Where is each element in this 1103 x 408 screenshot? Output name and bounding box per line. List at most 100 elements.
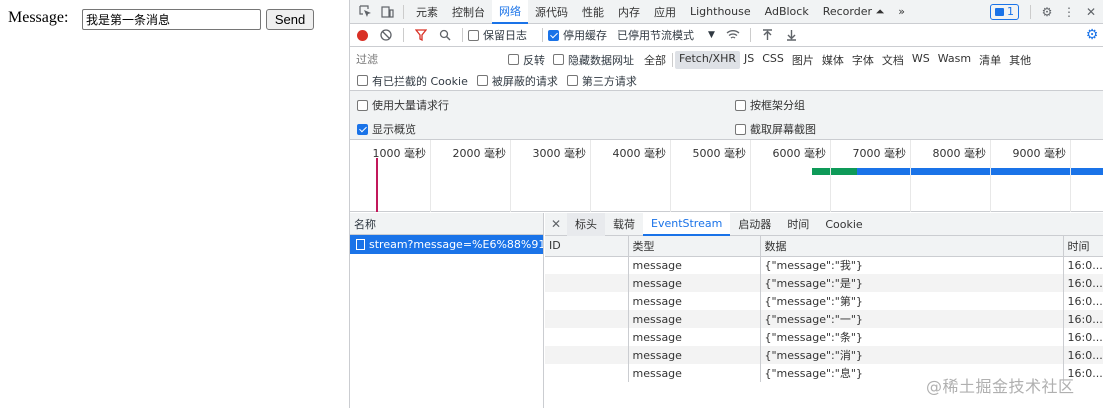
devtools-tab[interactable]: 源代码 bbox=[528, 0, 575, 24]
message-input[interactable] bbox=[82, 9, 261, 30]
search-icon[interactable] bbox=[433, 24, 457, 46]
settings-gear-icon[interactable]: ⚙ bbox=[1036, 1, 1058, 23]
close-detail-icon[interactable]: ✕ bbox=[545, 217, 567, 231]
preserve-log-box[interactable] bbox=[468, 29, 479, 41]
group-by-frame-box[interactable] bbox=[735, 99, 746, 111]
devtools-tab[interactable]: Recorder ⏶ bbox=[816, 0, 892, 24]
eventstream-cell-time: 16:0... bbox=[1063, 310, 1103, 328]
blocked-cookies-box[interactable] bbox=[357, 75, 368, 86]
devtools-tab[interactable]: 元素 bbox=[409, 0, 445, 24]
hide-data-urls-checkbox[interactable]: 隐藏数据网址 bbox=[553, 52, 634, 68]
hide-data-urls-box[interactable] bbox=[553, 54, 564, 65]
close-devtools-icon[interactable]: ✕ bbox=[1080, 1, 1102, 23]
eventstream-column-header[interactable]: ID bbox=[545, 236, 629, 257]
eventstream-row[interactable]: message {"message":"第"} 16:0... bbox=[545, 292, 1103, 310]
type-filter-button[interactable]: 其他 bbox=[1005, 51, 1035, 69]
eventstream-cell-type: message bbox=[628, 256, 761, 274]
messages-badge[interactable]: 1 bbox=[990, 3, 1019, 20]
export-har-icon[interactable] bbox=[780, 24, 804, 46]
capture-screenshots-box[interactable] bbox=[735, 123, 746, 135]
devtools-tab[interactable]: » bbox=[891, 0, 912, 24]
eventstream-cell-time: 16:0... bbox=[1063, 328, 1103, 346]
dom-content-loaded-marker bbox=[376, 158, 378, 212]
detail-tab[interactable]: 标头 bbox=[567, 212, 605, 236]
devtools-tab[interactable]: 网络 bbox=[492, 0, 528, 24]
eventstream-cell-data: {"message":"消"} bbox=[760, 346, 1064, 364]
filter-input[interactable] bbox=[350, 49, 495, 70]
eventstream-cell-id bbox=[545, 346, 629, 364]
devtools-tab[interactable]: Lighthouse bbox=[683, 0, 758, 24]
type-filter-button[interactable]: 文档 bbox=[878, 51, 908, 69]
blocked-requests-checkbox[interactable]: 被屏蔽的请求 bbox=[476, 73, 558, 89]
large-rows-checkbox[interactable]: 使用大量请求行 bbox=[357, 97, 449, 113]
devtools-tab[interactable]: AdBlock bbox=[758, 0, 816, 24]
detail-tab[interactable]: 时间 bbox=[779, 213, 817, 236]
devtools-tab[interactable]: 内存 bbox=[611, 0, 647, 24]
large-rows-box[interactable] bbox=[357, 99, 368, 111]
send-button[interactable]: Send bbox=[266, 9, 314, 30]
devtools-tab[interactable]: 应用 bbox=[647, 0, 683, 24]
filter-funnel-icon[interactable] bbox=[409, 24, 433, 46]
eventstream-cell-time: 16:0... bbox=[1063, 256, 1103, 274]
request-row-stream[interactable]: stream?message=%E6%88%91%... bbox=[350, 235, 543, 254]
invert-box[interactable] bbox=[508, 54, 519, 65]
tabbar-separator bbox=[1030, 4, 1031, 19]
eventstream-row[interactable]: message {"message":"我"} 16:0... bbox=[545, 256, 1103, 274]
eventstream-row[interactable]: message {"message":"条"} 16:0... bbox=[545, 328, 1103, 346]
throttling-select[interactable]: 已停用节流模式 ▼ bbox=[617, 27, 715, 43]
devtools-tab[interactable]: 性能 bbox=[575, 0, 611, 24]
type-filter-button[interactable]: Wasm bbox=[934, 51, 975, 69]
detail-tab[interactable]: EventStream bbox=[643, 212, 731, 236]
disable-cache-checkbox[interactable]: 停用缓存 bbox=[548, 27, 607, 43]
eventstream-row[interactable]: message {"message":"消"} 16:0... bbox=[545, 346, 1103, 364]
filter-bar-secondary: 有已拦截的 Cookie 被屏蔽的请求 第三方请求 bbox=[350, 71, 1103, 91]
eventstream-row[interactable]: message {"message":"一"} 16:0... bbox=[545, 310, 1103, 328]
invert-checkbox[interactable]: 反转 bbox=[508, 52, 545, 68]
third-party-checkbox[interactable]: 第三方请求 bbox=[566, 73, 637, 89]
eventstream-column-header[interactable]: 类型 bbox=[628, 236, 761, 257]
type-filter-button[interactable]: 清单 bbox=[975, 51, 1005, 69]
timeline-tick-label: 5000 毫秒 bbox=[692, 147, 747, 160]
timeline-gridline bbox=[510, 140, 511, 212]
disable-cache-box[interactable] bbox=[548, 29, 559, 41]
record-icon[interactable] bbox=[350, 24, 374, 46]
more-options-icon[interactable]: ⋮ bbox=[1058, 1, 1080, 23]
name-column-header[interactable]: 名称 bbox=[350, 213, 543, 235]
third-party-box[interactable] bbox=[566, 75, 578, 86]
network-overview-timeline[interactable]: 1000 毫秒 2000 毫秒 3000 毫秒 4000 毫秒 5000 毫秒 6000 … bbox=[350, 140, 1103, 212]
timeline-tick-label: 4000 毫秒 bbox=[612, 147, 667, 160]
detail-tab[interactable]: 载荷 bbox=[605, 213, 643, 236]
show-overview-box[interactable] bbox=[357, 123, 368, 135]
eventstream-column-header[interactable]: 数据 bbox=[760, 236, 1064, 257]
import-har-icon[interactable] bbox=[756, 24, 780, 46]
eventstream-column-header[interactable]: 时间 bbox=[1063, 236, 1103, 257]
device-toolbar-icon[interactable] bbox=[376, 1, 398, 23]
preserve-log-checkbox[interactable]: 保留日志 bbox=[468, 27, 527, 43]
show-overview-checkbox[interactable]: 显示概览 bbox=[357, 121, 416, 137]
type-filter-button[interactable]: CSS bbox=[758, 51, 788, 69]
eventstream-cell-type: message bbox=[628, 346, 761, 364]
blocked-cookies-label: 有已拦截的 Cookie bbox=[372, 74, 468, 88]
inspect-element-icon[interactable] bbox=[354, 1, 376, 23]
eventstream-row[interactable]: message {"message":"是"} 16:0... bbox=[545, 274, 1103, 292]
detail-tab[interactable]: Cookie bbox=[817, 213, 870, 236]
type-filter-button[interactable]: Fetch/XHR bbox=[675, 50, 740, 69]
type-filter-all[interactable]: 全部 bbox=[640, 51, 670, 69]
type-filter-button[interactable]: 字体 bbox=[848, 51, 878, 69]
group-by-frame-checkbox[interactable]: 按框架分组 bbox=[735, 97, 805, 113]
type-filter-button[interactable]: 媒体 bbox=[818, 51, 848, 69]
capture-screenshots-checkbox[interactable]: 截取屏幕截图 bbox=[735, 121, 816, 137]
devtools-tab[interactable]: 控制台 bbox=[445, 0, 492, 24]
type-filter-button[interactable]: 图片 bbox=[788, 51, 818, 69]
toolbar-separator bbox=[403, 28, 404, 42]
timeline-gridline bbox=[910, 140, 911, 212]
detail-tab[interactable]: 启动器 bbox=[730, 213, 779, 236]
type-filter-button[interactable]: JS bbox=[740, 51, 758, 69]
type-filter-button[interactable]: WS bbox=[908, 51, 934, 69]
clear-icon[interactable] bbox=[374, 24, 398, 46]
timeline-tick-label: 7000 毫秒 bbox=[852, 147, 907, 160]
network-settings-gear-icon[interactable]: ⚙ bbox=[1080, 24, 1103, 46]
network-conditions-wifi-icon[interactable] bbox=[721, 24, 745, 46]
blocked-cookies-checkbox[interactable]: 有已拦截的 Cookie bbox=[357, 73, 468, 89]
blocked-requests-box[interactable] bbox=[476, 75, 488, 86]
